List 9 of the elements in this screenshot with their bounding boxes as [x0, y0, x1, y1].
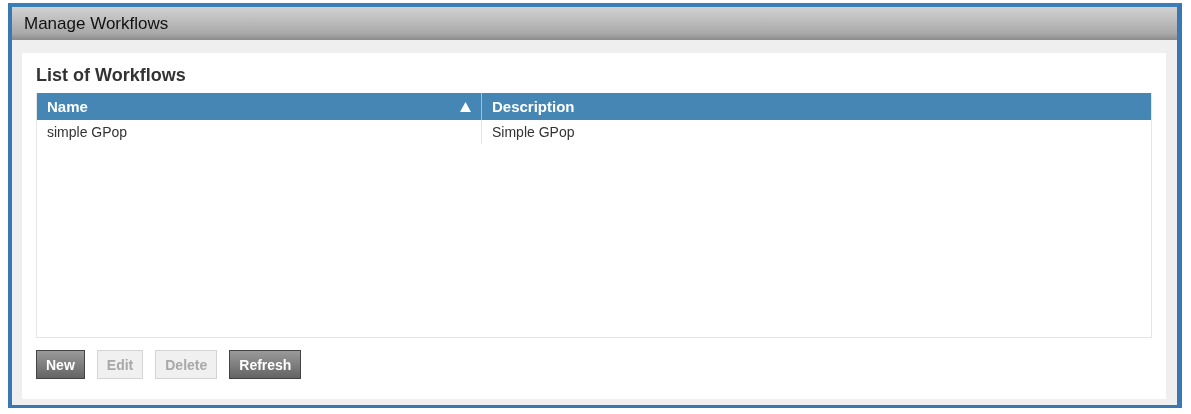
table-cell: simple GPop — [37, 120, 482, 144]
column-header[interactable]: Name — [37, 93, 482, 120]
sort-ascending-icon — [460, 101, 471, 112]
action-button[interactable]: New — [36, 350, 85, 379]
action-button[interactable]: Refresh — [229, 350, 302, 379]
column-header[interactable]: Description — [482, 93, 1151, 120]
window-title: Manage Workflows — [24, 13, 169, 34]
table-cell-text: Simple GPop — [491, 123, 576, 142]
panel-heading: List of Workflows — [36, 65, 187, 86]
